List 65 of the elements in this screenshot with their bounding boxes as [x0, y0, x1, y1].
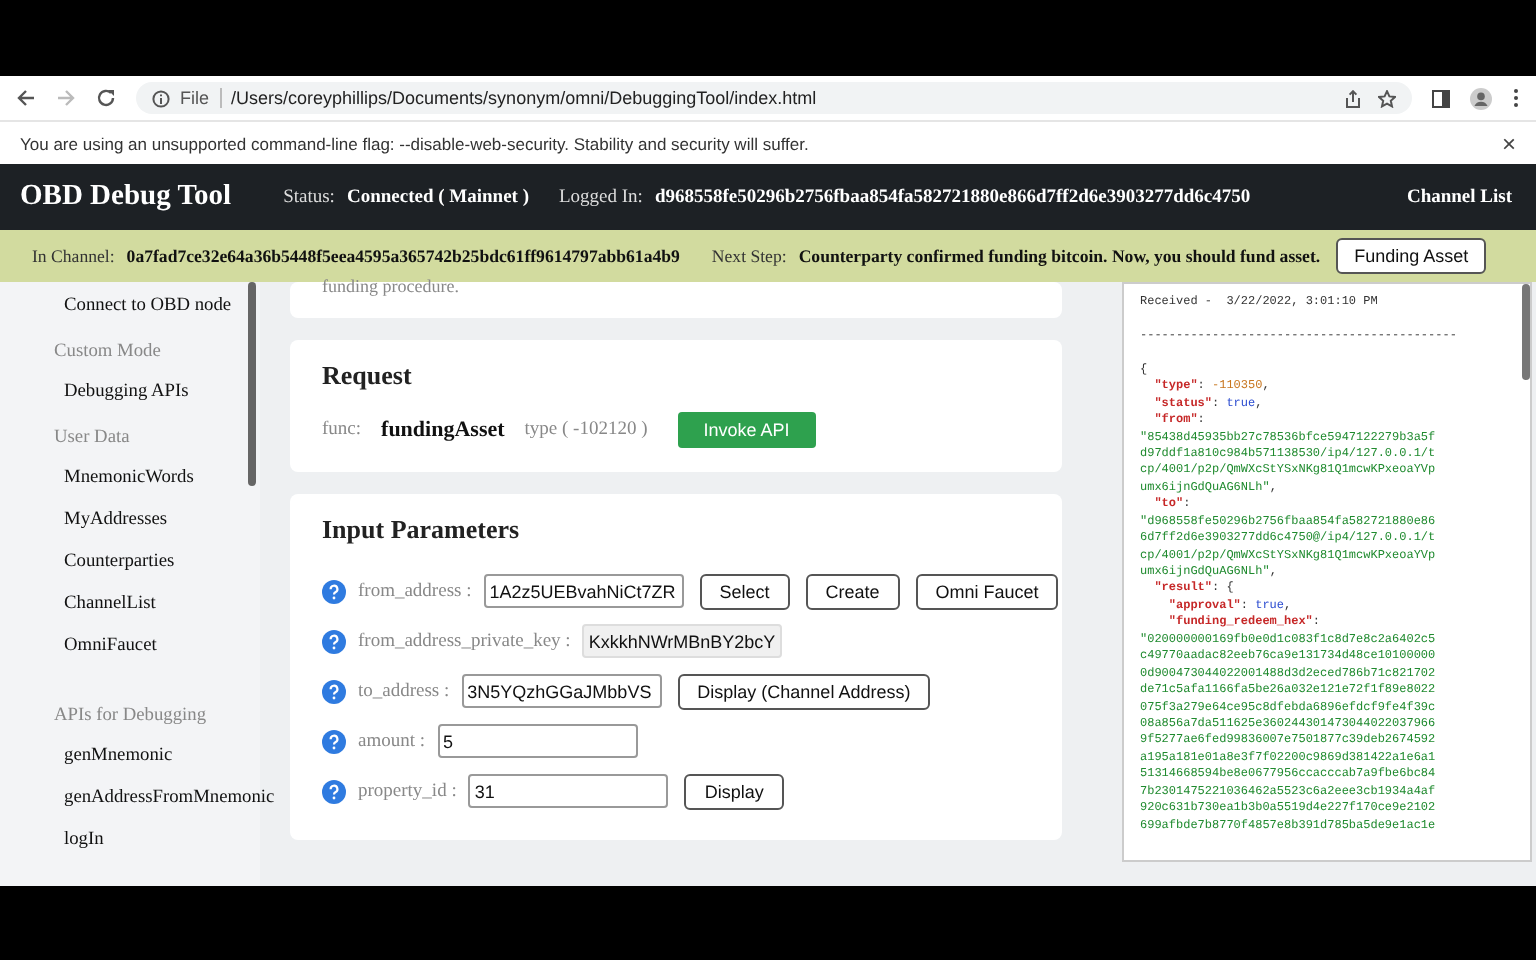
- func-name: fundingAsset: [381, 418, 505, 442]
- action-button[interactable]: Omni Faucet: [915, 573, 1059, 609]
- func-label: func:: [322, 420, 362, 440]
- help-icon[interactable]: [322, 779, 346, 803]
- close-button[interactable]: ×: [1501, 131, 1516, 155]
- channel-list-link[interactable]: Channel List: [1406, 187, 1512, 207]
- profile-icon[interactable]: [1470, 87, 1492, 109]
- next-step-text: Counterparty confirmed funding bitcoin. Now, you should fund asset.: [798, 246, 1321, 266]
- field-label: property_id :: [358, 781, 457, 801]
- channel-label: In Channel:: [32, 246, 115, 266]
- input-field[interactable]: 5: [437, 724, 638, 758]
- menu-icon[interactable]: [1512, 88, 1520, 108]
- sidebar-item[interactable]: MnemonicWords: [64, 468, 194, 488]
- next-step-label: Next Step:: [711, 246, 787, 266]
- sidebar-item[interactable]: genAddressFromMnemonic: [64, 788, 275, 808]
- sidebar-item[interactable]: genMnemonic: [64, 746, 173, 766]
- field-label: amount :: [358, 731, 426, 751]
- file-label: File: [180, 88, 222, 108]
- info-icon[interactable]: [152, 89, 170, 107]
- input-field[interactable]: 1A2z5UEBvahNiCt7ZR: [483, 574, 684, 608]
- input-field[interactable]: 31: [468, 774, 669, 808]
- sidebar-heading: APIs for Debugging: [52, 704, 209, 730]
- app-title: OBD Debug Tool: [20, 180, 232, 214]
- input-field[interactable]: KxkkhNWrMBnBY2bcY: [582, 624, 783, 658]
- funding-asset-button[interactable]: Funding Asset: [1336, 238, 1487, 274]
- notice-text: funding procedure.: [322, 276, 459, 296]
- section-title: Request: [322, 360, 414, 392]
- url-text: /Users/coreyphillips/Documents/synonym/omni/DebuggingTool/index.html: [231, 88, 819, 108]
- channel-id: 0a7fad7ce32e64a36b5448f5eea4595a365742b25bdc61ff9614797abb61a4b9: [126, 246, 680, 266]
- sidebar-heading: User Data: [52, 426, 132, 452]
- help-icon[interactable]: [322, 729, 346, 753]
- sidebar-icon[interactable]: [1432, 89, 1450, 107]
- type-code: type ( -102120 ): [524, 420, 648, 440]
- action-button[interactable]: Select: [699, 573, 790, 609]
- sidebar-item[interactable]: logIn: [64, 830, 104, 850]
- field-label: to_address :: [358, 681, 450, 701]
- back-icon[interactable]: [16, 88, 36, 108]
- help-icon[interactable]: [322, 579, 346, 603]
- section-title: Input Parameters: [322, 514, 522, 546]
- status-label: Status:: [283, 187, 335, 207]
- sidebar-item[interactable]: MyAddresses: [64, 510, 168, 530]
- scrollbar-thumb[interactable]: [1522, 284, 1530, 380]
- address-bar[interactable]: File /Users/coreyphillips/Documents/synonym/omni/DebuggingTool/index.html: [136, 82, 1412, 114]
- sidebar-item[interactable]: Counterparties: [64, 552, 175, 572]
- sidebar-item[interactable]: ChannelList: [64, 594, 156, 614]
- help-icon[interactable]: [322, 679, 346, 703]
- logged-in-value: d968558fe50296b2756fbaa854fa582721880e866d7ff2d6e3903277dd6c4750: [654, 187, 1251, 207]
- sidebar-item[interactable]: Connect to OBD node: [64, 296, 232, 316]
- share-icon[interactable]: [1344, 89, 1362, 107]
- action-button[interactable]: Display (Channel Address): [677, 673, 931, 709]
- input-field[interactable]: 3N5YQzhGGaJMbbVS: [461, 674, 662, 708]
- star-icon[interactable]: [1378, 89, 1396, 107]
- sidebar-item[interactable]: OmniFaucet: [64, 636, 157, 656]
- field-label: from_address_private_key :: [358, 631, 571, 651]
- field-label: from_address :: [358, 581, 472, 601]
- sidebar-item[interactable]: Debugging APIs: [64, 382, 189, 402]
- sidebar-heading: Custom Mode: [52, 340, 163, 366]
- help-icon[interactable]: [322, 629, 346, 653]
- warning-message: You are using an unsupported command-line flag: --disable-web-security. Stability and security will suffer.: [20, 133, 809, 153]
- logged-in-label: Logged In:: [558, 187, 643, 207]
- action-button[interactable]: Create: [805, 573, 900, 609]
- action-button[interactable]: Display: [684, 773, 784, 809]
- reload-icon[interactable]: [96, 88, 116, 108]
- scrollbar-thumb[interactable]: [248, 282, 256, 486]
- status-value: Connected ( Mainnet ): [346, 187, 529, 207]
